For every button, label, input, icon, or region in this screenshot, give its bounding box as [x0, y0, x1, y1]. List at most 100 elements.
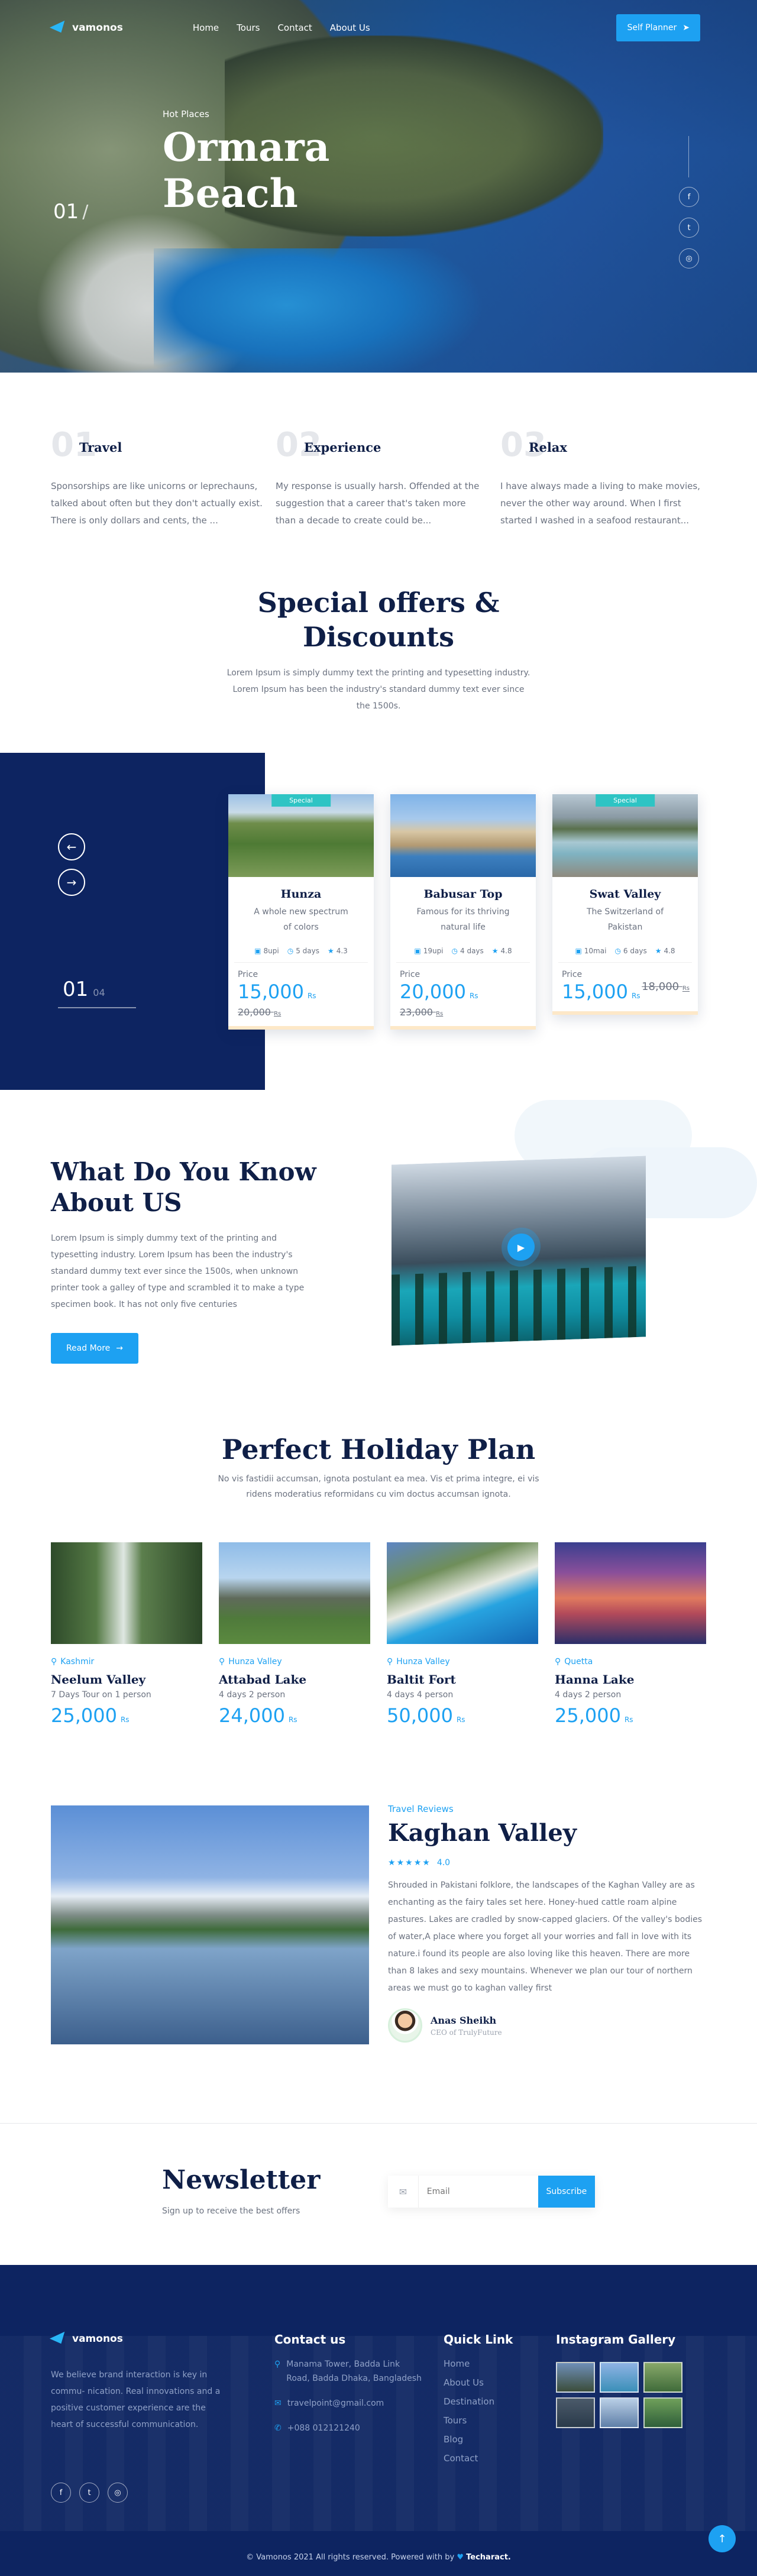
carousel-next-arrow-icon[interactable]: → — [58, 869, 85, 896]
self-planner-button[interactable]: Self Planner ➤ — [616, 14, 700, 41]
offer-price: 15,000 Rs 18,000 Rs — [562, 980, 690, 1003]
gallery-thumbnail[interactable] — [600, 2362, 639, 2393]
avatar — [388, 2008, 422, 2043]
section-title: Special offers & Discounts — [257, 587, 500, 653]
location-pin-icon: ⚲ — [387, 1657, 393, 1666]
instagram-icon[interactable]: ◎ — [108, 2483, 128, 2503]
star-icon: ★ — [413, 1858, 422, 1868]
brand-logo[interactable]: vamonos — [51, 21, 123, 34]
nav-link-about[interactable]: About Us — [330, 22, 370, 33]
brand-name: vamonos — [72, 22, 123, 34]
holiday-card[interactable]: ⚲ Hunza Valley Baltit Fort 4 days 4 perso… — [387, 1542, 538, 1727]
review-title: Kaghan Valley — [388, 1819, 577, 1847]
nav-link-home[interactable]: Home — [193, 22, 219, 33]
offer-meta: ▣ 19upi ◷ 4 days ★ 4.8 — [396, 940, 530, 963]
nav-link-contact[interactable]: Contact — [277, 22, 312, 33]
subscribe-button[interactable]: Subscribe — [538, 2176, 595, 2208]
review-text: Shrouded in Pakistani folklore, the land… — [388, 1881, 703, 1993]
offer-meta: ▣ 8upi ◷ 5 days ★ 4.3 — [234, 940, 368, 963]
calendar-icon: ▣ — [254, 947, 261, 955]
star-icon: ★ — [396, 1858, 405, 1868]
about-title: What Do You Know About US — [51, 1157, 316, 1217]
instagram-icon[interactable]: ◎ — [679, 248, 699, 268]
offer-card[interactable]: Special Hunza A whole new spectrum of co… — [228, 794, 374, 1030]
mail-icon: ✉ — [274, 2399, 282, 2408]
offer-card[interactable]: Special Swat Valley The Switzerland of P… — [552, 794, 698, 1015]
footer-link-about[interactable]: About Us — [444, 2377, 513, 2388]
video-thumbnail[interactable]: ▶ — [392, 1156, 646, 1346]
footer-email-link[interactable]: travelpoint@gmail.com — [287, 2396, 384, 2410]
offer-subtitle: A whole new spectrum of colors — [254, 907, 348, 932]
read-more-button[interactable]: Read More → — [51, 1333, 138, 1364]
twitter-icon[interactable]: t — [79, 2483, 99, 2503]
star-icon: ★ — [405, 1858, 413, 1868]
footer-phone-link[interactable]: +088 012121240 — [287, 2421, 360, 2435]
hero-social-links: f t ◎ — [679, 187, 699, 268]
offer-subtitle: The Switzerland of Pakistan — [586, 907, 664, 932]
gallery-thumbnail[interactable] — [556, 2362, 595, 2393]
star-icon: ★ — [327, 947, 334, 955]
offer-title: Babusar Top — [423, 888, 503, 901]
holiday-card[interactable]: ⚲ Quetta Hanna Lake 4 days 2 person 25,00… — [555, 1542, 706, 1727]
holiday-card[interactable]: ⚲ Hunza Valley Attabad Lake 4 days 2 pers… — [219, 1542, 370, 1727]
footer-link-home[interactable]: Home — [444, 2358, 513, 2369]
holiday-description: No vis fastidii accumsan, ignota postula… — [218, 1474, 539, 1499]
clock-icon: ◷ — [451, 947, 458, 955]
gallery-thumbnail[interactable] — [600, 2397, 639, 2428]
footer-link-destination[interactable]: Destination — [444, 2396, 513, 2407]
offer-image — [390, 794, 536, 877]
nav-link-tours[interactable]: Tours — [237, 22, 260, 33]
footer-link-blog[interactable]: Blog — [444, 2434, 513, 2445]
phone-icon: ✆ — [274, 2423, 282, 2433]
copyright: © Vamonos 2021 All rights reserved. Powe… — [246, 2553, 511, 2562]
email-field[interactable] — [418, 2176, 538, 2208]
facebook-icon[interactable]: f — [679, 187, 699, 207]
holiday-card[interactable]: ⚲ Kashmir Neelum Valley 7 Days Tour on 1 … — [51, 1542, 202, 1727]
offer-meta: ▣ 10mai ◷ 6 days ★ 4.8 — [558, 940, 692, 963]
footer-quick-links: Quick Link Home About Us Destination Tou… — [444, 2332, 513, 2464]
heart-icon: ♥ — [457, 2553, 464, 2562]
gallery-thumbnail[interactable] — [556, 2397, 595, 2428]
top-navigation: vamonos Home Tours Contact About Us Self… — [51, 14, 700, 41]
footer-contact: Contact us ⚲ Manama Tower, Badda Link Roa… — [274, 2332, 422, 2435]
author-name: Anas Sheikh — [431, 2014, 497, 2026]
location-pin-icon: ⚲ — [274, 2360, 281, 2369]
offer-image: Special — [228, 794, 374, 877]
hero-section: vamonos Home Tours Contact About Us Self… — [0, 0, 757, 373]
newsletter-section: Newsletter Sign up to receive the best o… — [0, 2123, 757, 2265]
footer-link-tours[interactable]: Tours — [444, 2415, 513, 2426]
rating-value: 4.0 — [436, 1858, 451, 1868]
calendar-icon: ▣ — [575, 947, 582, 955]
carousel-panel — [0, 753, 265, 1090]
carousel-prev-arrow-icon[interactable]: ← — [58, 833, 85, 860]
features-section: 01 Travel Sponsorships are like unicorns… — [51, 426, 700, 526]
newsletter-subtitle: Sign up to receive the best offers — [162, 2206, 300, 2216]
star-icon: ★ — [491, 947, 499, 955]
footer-link-contact[interactable]: Contact — [444, 2453, 513, 2464]
offer-old-price: 18,000 Rs — [642, 980, 690, 993]
hero-slide-counter: 01 / — [53, 200, 89, 224]
facebook-icon[interactable]: f — [51, 2483, 71, 2503]
gallery-thumbnail[interactable] — [643, 2362, 682, 2393]
hero-kicker: Hot Places — [163, 109, 209, 119]
twitter-icon[interactable]: t — [679, 218, 699, 238]
clock-icon: ◷ — [614, 947, 621, 955]
gallery-thumbnail[interactable] — [643, 2397, 682, 2428]
section-description: Lorem Ipsum is simply dummy text the pri… — [227, 668, 530, 711]
offers-carousel: ← → 01 04 Special Hunza A whole new spec… — [0, 753, 757, 1090]
divider-line — [688, 136, 689, 177]
footer: vamonos We believe brand interaction is … — [0, 2265, 757, 2576]
calendar-icon: ▣ — [414, 947, 421, 955]
offer-card[interactable]: Babusar Top Famous for its thriving natu… — [390, 794, 536, 1030]
footer-logo[interactable]: vamonos — [51, 2332, 123, 2345]
scroll-to-top-icon[interactable]: ↑ — [709, 2525, 736, 2552]
review-image — [51, 1805, 369, 2044]
offer-price: 20,000 Rs — [400, 980, 478, 1003]
review-author: Anas Sheikh CEO of TrulyFuture — [388, 2008, 502, 2043]
rating-stars: ★ ★ ★ ★ ★ 4.0 — [388, 1858, 450, 1868]
clock-icon: ◷ — [287, 947, 294, 955]
hero-title: Ormara Beach — [163, 124, 330, 216]
holiday-name: Baltit Fort — [387, 1672, 456, 1687]
offer-subtitle: Famous for its thriving natural life — [416, 907, 510, 932]
footer-social-links: f t ◎ — [51, 2483, 128, 2503]
